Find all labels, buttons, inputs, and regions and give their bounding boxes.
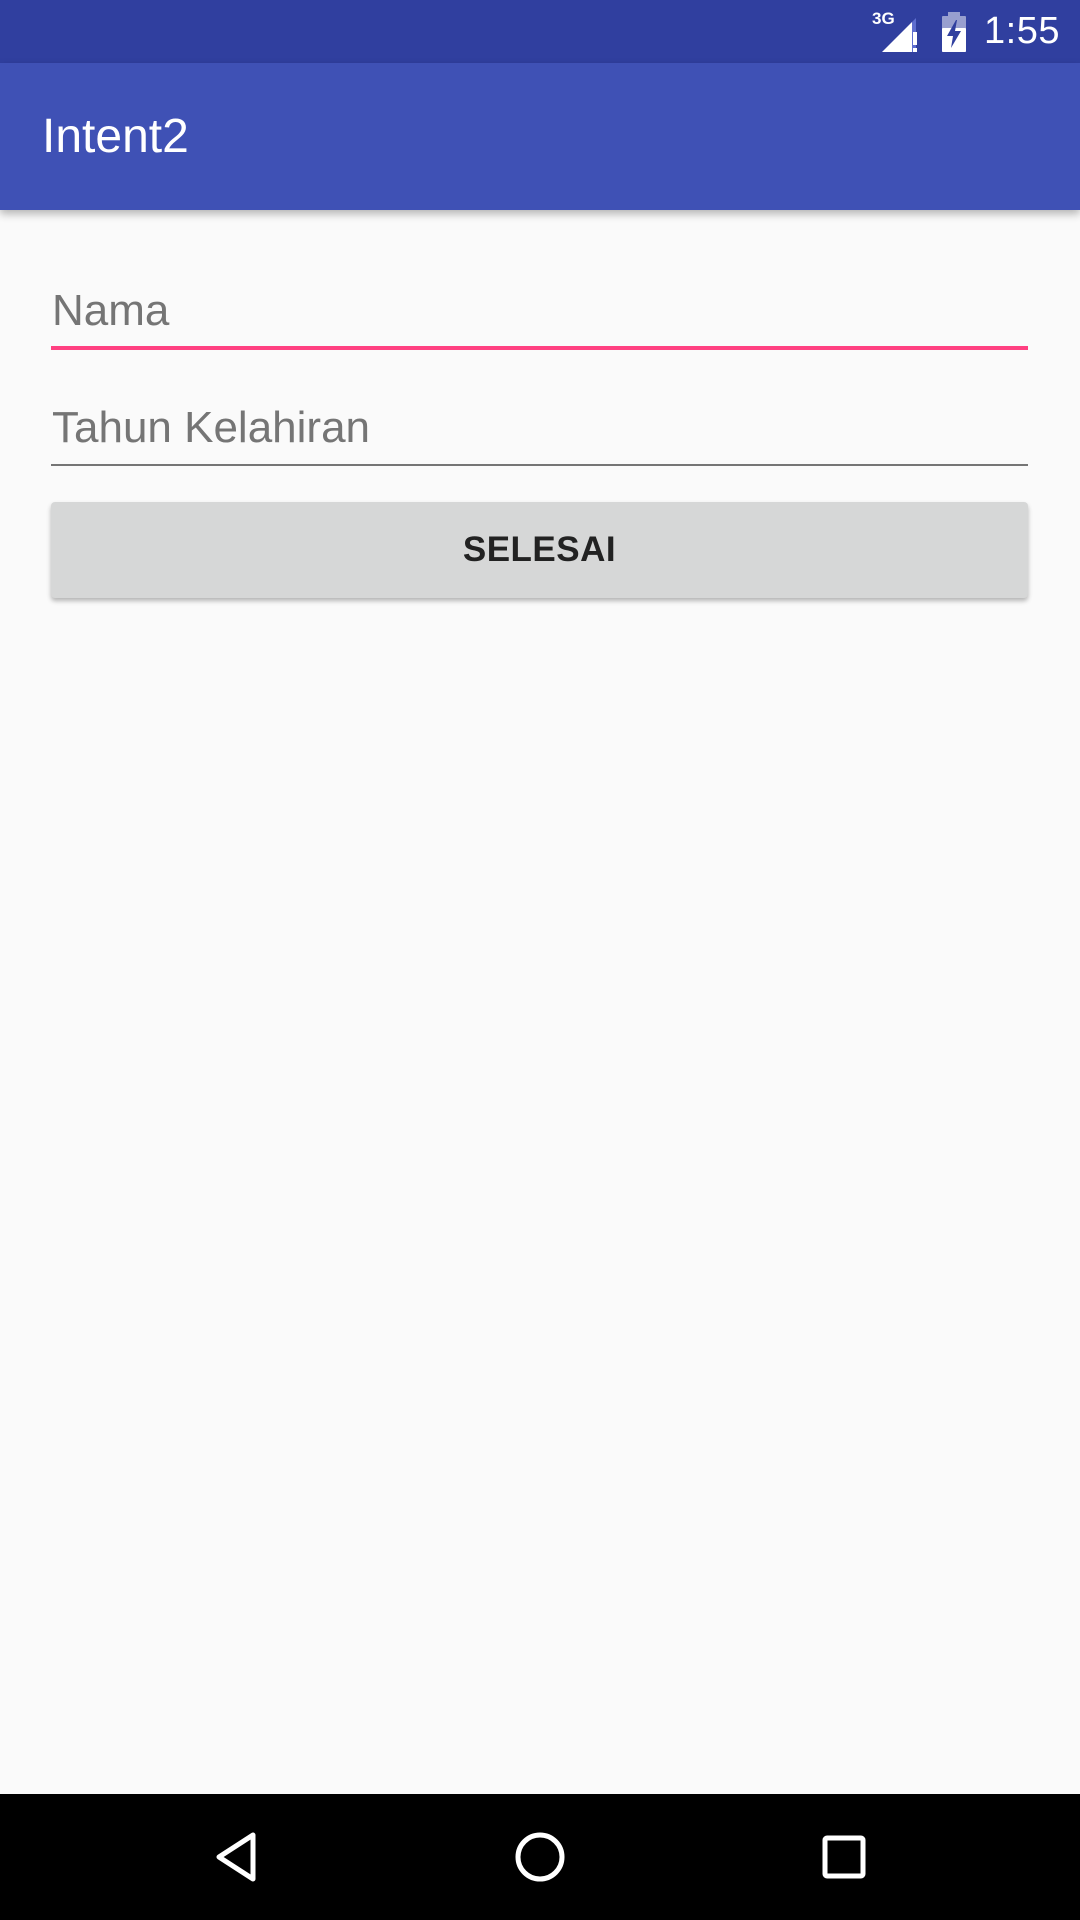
- tahun-kelahiran-underline: [51, 464, 1028, 466]
- status-bar: 3G 1:55: [0, 0, 1080, 63]
- recent-apps-icon[interactable]: [774, 1794, 914, 1920]
- home-icon[interactable]: [470, 1794, 610, 1920]
- tahun-kelahiran-input[interactable]: [51, 393, 1028, 463]
- navigation-bar: [0, 1794, 1080, 1920]
- nama-field[interactable]: [51, 276, 1028, 350]
- tahun-kelahiran-field[interactable]: [51, 393, 1028, 466]
- app-screen: 3G 1:55 Intent2 Nama Tahun Kelahiran SEL…: [0, 0, 1080, 1920]
- nama-underline: [51, 346, 1028, 350]
- app-title: Intent2: [42, 110, 189, 163]
- app-bar: Intent2: [0, 63, 1080, 210]
- battery-charging-icon: [940, 11, 968, 52]
- back-icon[interactable]: [167, 1794, 307, 1920]
- nama-input[interactable]: [51, 276, 1028, 346]
- status-clock: 1:55: [984, 10, 1060, 52]
- status-icons: 3G 1:55: [872, 0, 1060, 63]
- selesai-button[interactable]: SELESAI: [51, 502, 1028, 598]
- signal-icon: 3G: [872, 10, 920, 54]
